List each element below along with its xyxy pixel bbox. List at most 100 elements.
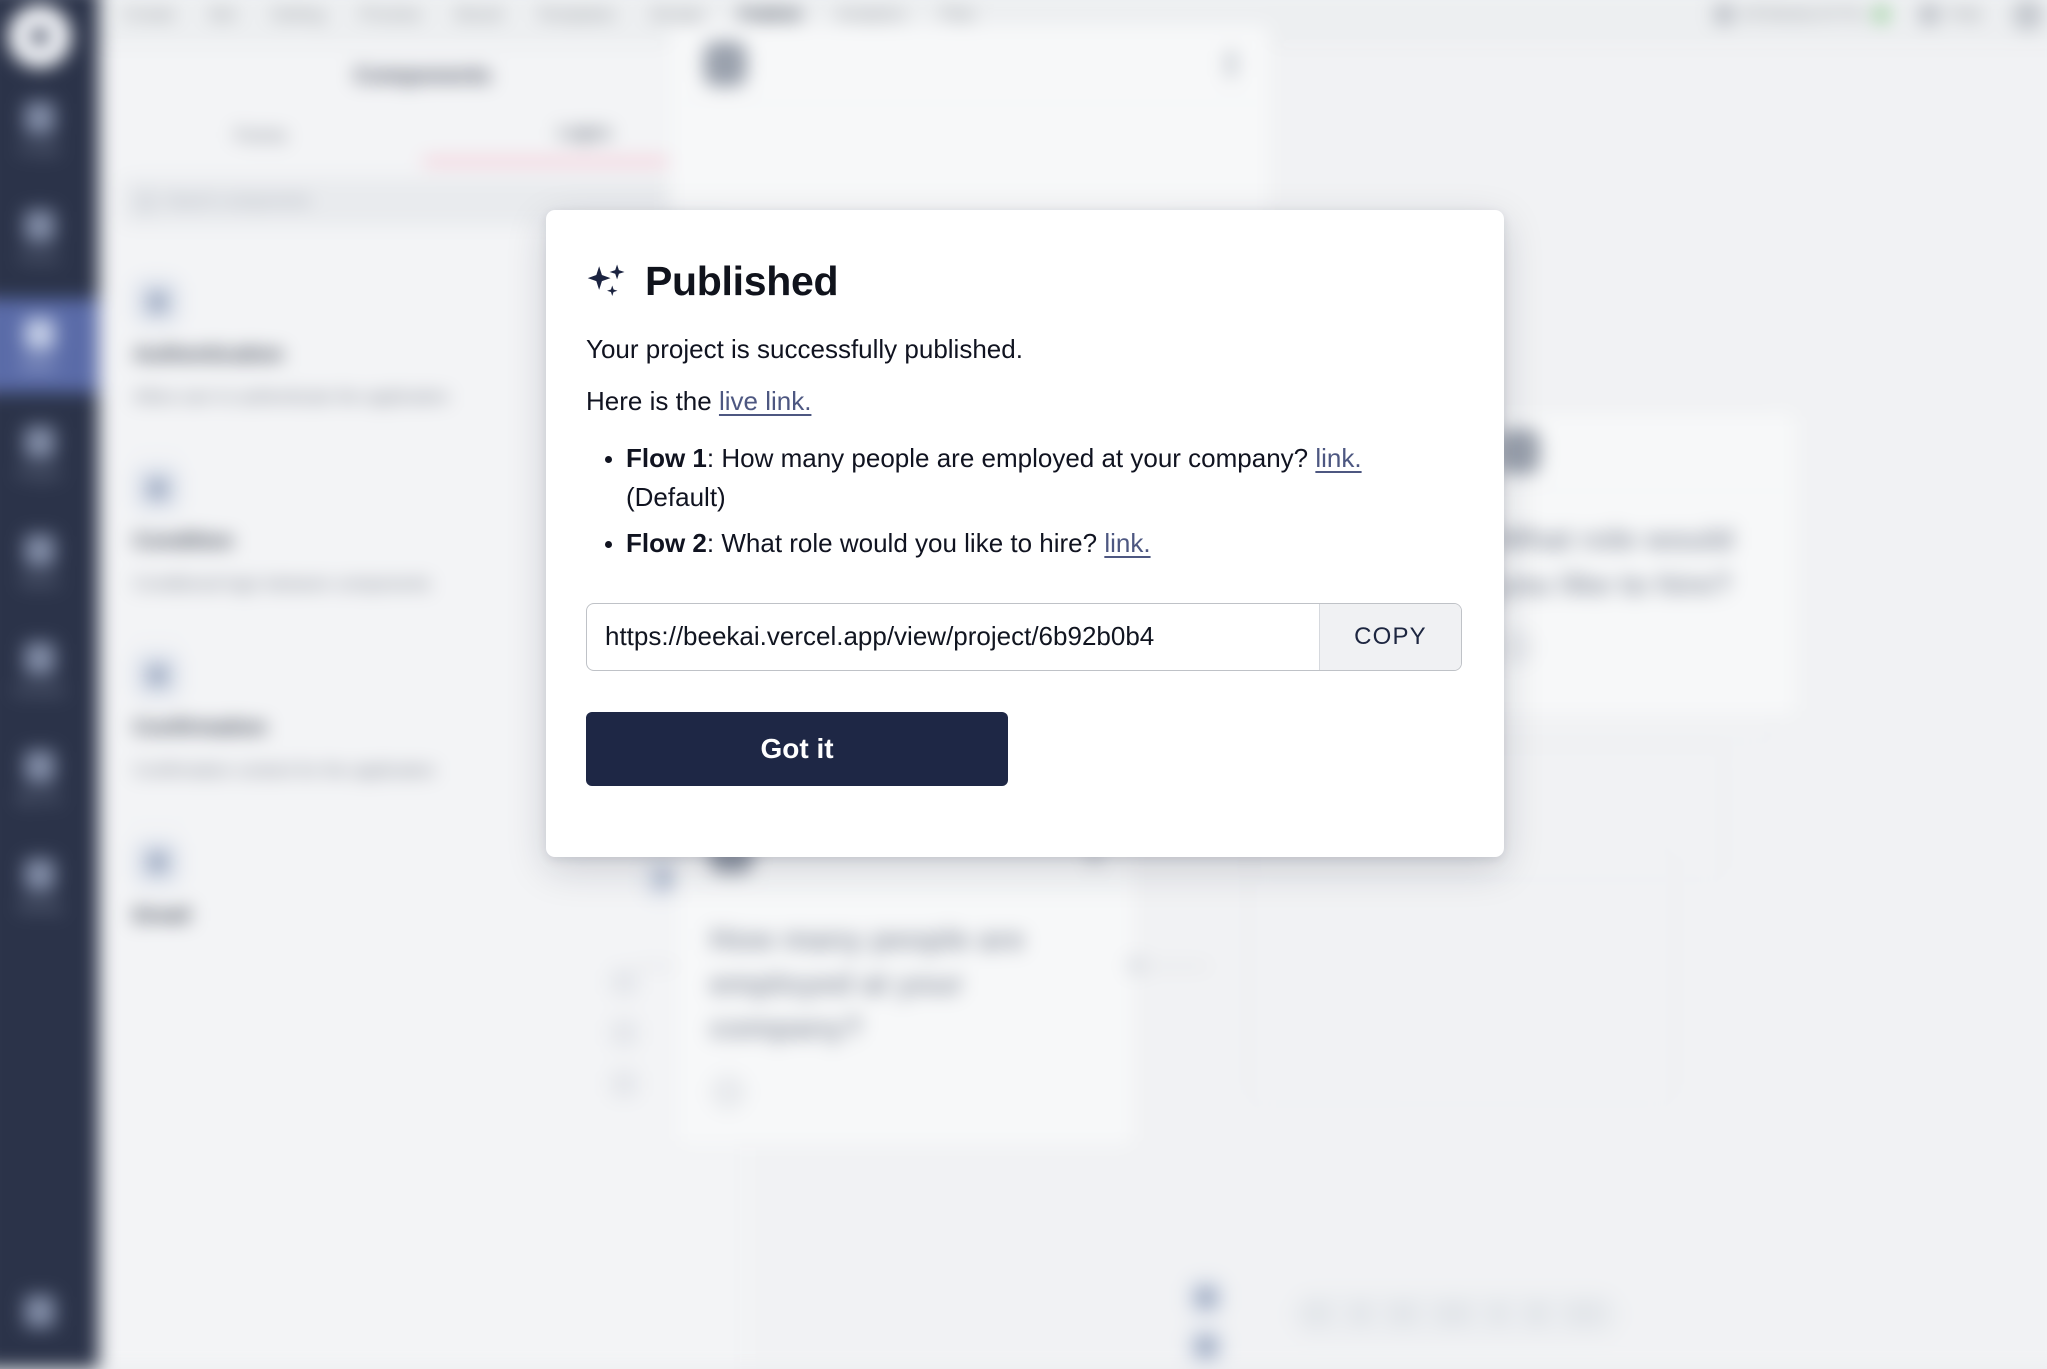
flow-name: Flow 2 — [626, 528, 707, 558]
ghost-node — [1247, 849, 1675, 1104]
sidebar-item-label: My Pro — [18, 790, 61, 805]
sidebar-item-label: Setting — [18, 898, 61, 913]
create-icon — [24, 102, 55, 135]
sparkles-icon — [586, 261, 628, 303]
flow-separator: : — [707, 443, 721, 473]
topbar-right-group: All Beekai AI Pro Help — [1714, 0, 2043, 30]
tab-publish[interactable]: Publish — [739, 4, 802, 24]
component-name: Email — [134, 903, 712, 927]
node-port[interactable] — [1127, 956, 1145, 974]
got-it-button[interactable]: Got it — [586, 712, 1008, 786]
tab-create[interactable]: Create — [123, 4, 175, 24]
flow-links-list: Flow 1: How many people are employed at … — [586, 439, 1464, 562]
live-link-prefix: Here is the — [586, 386, 719, 416]
teams-icon — [24, 534, 55, 567]
confirmation-icon — [134, 652, 181, 699]
flow-node-question: How many people are employed at your com… — [710, 918, 1100, 1051]
flow-node-body: How many people are employed at your com… — [675, 891, 1134, 1140]
dialog-title: Published — [645, 258, 838, 305]
tab-templates[interactable]: Templates — [537, 4, 616, 24]
connect-icon — [24, 642, 55, 675]
email-icon — [134, 839, 181, 886]
sidebar-item-create[interactable]: Create — [0, 82, 99, 176]
components-panel-header: Components × — [99, 44, 747, 107]
node-avatar-icon — [1186, 1327, 1225, 1366]
flow-node[interactable]: How many people are employed at your com… — [674, 811, 1135, 1148]
sidebar-item-teams[interactable]: Teams — [0, 515, 99, 609]
forms-icon — [24, 210, 55, 243]
sidebar-item-label: Connect — [14, 682, 65, 697]
sidebar-item-project[interactable]: Project — [0, 407, 99, 501]
tab-preview[interactable]: Preview — [359, 4, 421, 24]
flow-separator: : — [707, 528, 721, 558]
help-icon — [1920, 5, 1939, 24]
node-avatar-icon — [1186, 1278, 1225, 1317]
user-avatar-icon[interactable] — [2012, 0, 2043, 30]
tab-plan[interactable]: Plan — [941, 4, 976, 24]
help-label: Help — [1948, 5, 1982, 23]
flow-node[interactable]: What role would you like to hire? — [1462, 411, 1799, 717]
upgrade-button[interactable]: All Beekai AI Pro — [1714, 5, 1889, 24]
condition-icon — [134, 465, 181, 512]
node-add-button[interactable] — [710, 1073, 747, 1110]
rocket-icon — [1714, 5, 1733, 24]
dialog-live-link-line: Here is the live link. — [586, 386, 1464, 418]
node-menu-icon[interactable] — [1226, 49, 1236, 78]
flow-node[interactable] — [668, 23, 1272, 217]
inline-options-bar[interactable] — [1288, 1290, 1623, 1339]
flow-link[interactable]: link. — [1104, 528, 1150, 558]
list-item: Flow 2: What role would you like to hire… — [626, 524, 1464, 562]
left-rail: Create Forms Editor Project Teams Connec… — [0, 0, 99, 1369]
flow-node-body: What role would you like to hire? — [1463, 491, 1798, 696]
sidebar-item-label: Create — [19, 141, 60, 156]
tab-design[interactable]: Design — [651, 4, 705, 24]
list-item: Flow 1: How many people are employed at … — [626, 439, 1464, 516]
search-icon — [138, 193, 155, 210]
sidebar-item-label: Editor — [21, 358, 57, 373]
editor-icon — [24, 318, 55, 351]
authentication-icon — [134, 278, 181, 325]
flow-node-body — [669, 104, 1271, 161]
sidebar-item-my-pro[interactable]: My Pro — [0, 731, 99, 825]
components-panel-tabs: Forms Logics — [99, 107, 747, 164]
tab-setting[interactable]: Setting — [271, 4, 325, 24]
status-dot-icon — [1874, 7, 1889, 22]
sidebar-item-editor[interactable]: Editor — [0, 299, 99, 393]
flow-suffix: (Default) — [626, 482, 726, 512]
sidebar-item-forms[interactable]: Forms — [0, 190, 99, 284]
handle-chip[interactable] — [610, 1019, 639, 1048]
my-pro-icon — [24, 750, 55, 783]
setting-icon — [24, 859, 55, 892]
handle-chip[interactable] — [610, 968, 639, 997]
help-bottom-icon[interactable] — [24, 1295, 55, 1328]
flow-node-question: What role would you like to hire? — [1497, 518, 1762, 607]
sidebar-item-label: Forms — [20, 250, 59, 265]
flow-node-header — [669, 24, 1271, 104]
sidebar-item-label: Project — [18, 466, 61, 481]
flow-question: What role would you like to hire? — [721, 528, 1104, 558]
copy-button[interactable]: COPY — [1319, 604, 1461, 670]
flow-link[interactable]: link. — [1315, 443, 1361, 473]
app-logo-icon[interactable] — [8, 5, 71, 68]
flow-edge — [1145, 965, 1208, 968]
published-dialog: Published Your project is successfully p… — [546, 210, 1504, 857]
share-url-input[interactable] — [587, 604, 1319, 670]
help-button[interactable]: Help — [1920, 5, 1982, 24]
dialog-content: Published Your project is successfully p… — [546, 258, 1504, 786]
node-avatar-icon — [704, 41, 747, 86]
sidebar-item-label: Teams — [19, 574, 59, 589]
live-link[interactable]: live link. — [719, 386, 811, 416]
upgrade-label: All Beekai AI Pro — [1743, 5, 1865, 23]
project-icon — [24, 426, 55, 459]
flow-question: How many people are employed at your com… — [721, 443, 1315, 473]
tab-bot[interactable]: Bot — [210, 4, 236, 24]
dialog-title-row: Published — [586, 258, 1464, 305]
page-title: Components — [354, 62, 491, 89]
handle-chip[interactable] — [610, 1070, 639, 1099]
sidebar-item-connect[interactable]: Connect — [0, 623, 99, 717]
flow-name: Flow 1 — [626, 443, 707, 473]
tab-brand[interactable]: Brand — [456, 4, 502, 24]
tab-forms[interactable]: Forms — [99, 107, 423, 164]
sidebar-item-setting[interactable]: Setting — [0, 839, 99, 933]
tab-analytics[interactable]: Analytics — [836, 4, 905, 24]
